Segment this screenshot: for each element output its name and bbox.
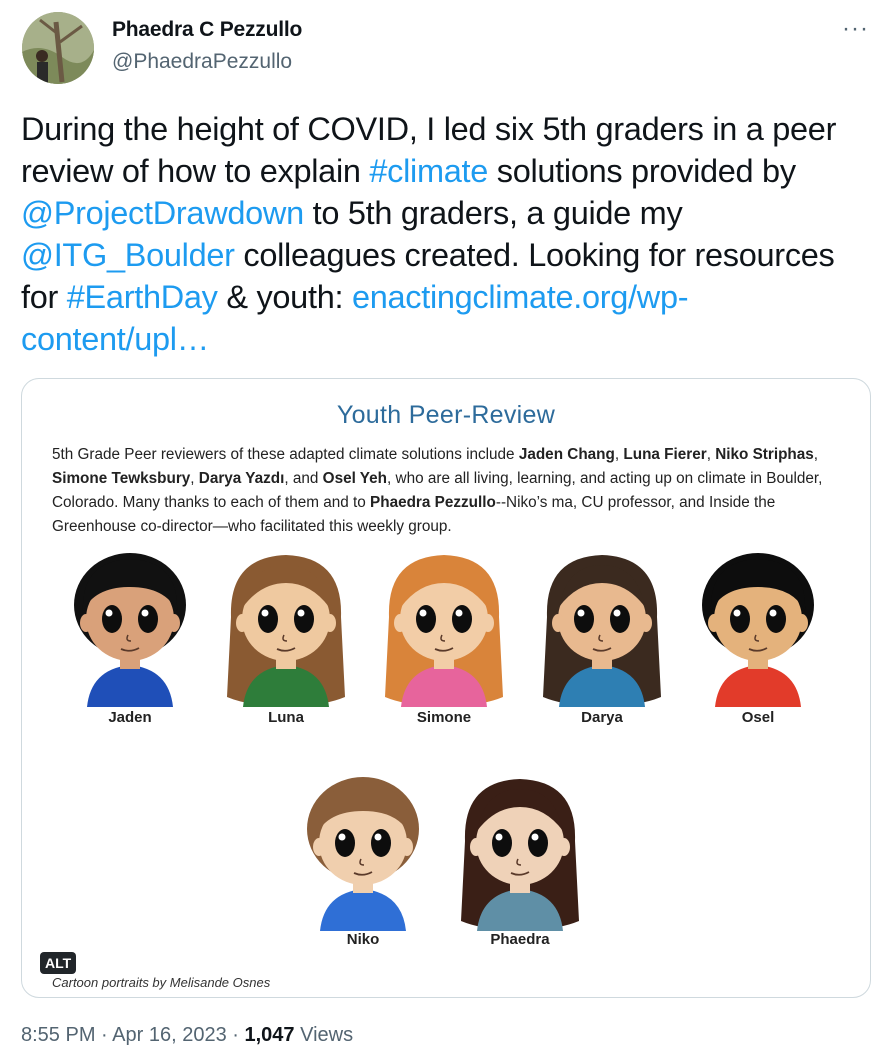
reviewer-name: Simone Tewksbury [52,470,191,487]
reviewer-name: Osel Yeh [322,470,388,487]
tweet-text-part: & youth: [217,279,352,315]
illustration-credit: Cartoon portraits by Melisande Osnes [52,975,271,990]
portrait-jaden [65,547,195,707]
portrait-illustration [461,779,579,931]
media-body-part: , [813,446,819,463]
tweet-text-part: solutions provided by [488,153,796,189]
tweet-metadata: 8:55 PM · Apr 16, 2023 · 1,047 Views [21,1024,353,1047]
reviewer-name: Phaedra Pezzullo [370,494,496,511]
portrait-name-label: Niko [346,931,380,948]
media-body-part: , and [284,470,323,487]
views-count: 1,047 [244,1024,295,1046]
reviewer-name: Jaden Chang [518,446,615,463]
media-title: Youth Peer-Review [336,401,556,429]
tweet-media-image[interactable]: Youth Peer-Review 5th Grade Peer reviewe… [21,378,871,998]
portrait-darya [537,547,667,707]
portrait-name-label: Luna [268,709,304,726]
media-body-part: 5th Grade Peer reviewers of these adapte… [52,446,519,463]
hashtag-earthday-link[interactable]: #EarthDay [67,279,218,315]
media-body-part: , [706,446,716,463]
portrait-luna [221,547,351,707]
alt-text-button[interactable]: ALT [40,952,77,974]
portrait-name-label: Osel [741,709,775,726]
views-label: Views [294,1024,354,1046]
separator-dot: · [95,1024,113,1046]
mention-itg-boulder-link[interactable]: @ITG_Boulder [21,237,235,273]
portrait-illustration [702,553,814,707]
portrait-name-label: Darya [581,709,623,726]
avatar-image [22,12,94,84]
portrait-illustration [543,555,661,707]
tweet-date[interactable]: Apr 16, 2023 [112,1024,227,1046]
author-handle[interactable]: @PhaedraPezzullo [112,50,292,74]
portrait-name-label: Phaedra [490,931,550,948]
portrait-phaedra [455,771,585,931]
tweet-text: During the height of COVID, I led six 5t… [21,108,871,360]
portrait-niko [298,771,428,931]
reviewer-name: Darya Yazdı [198,470,285,487]
portrait-name-label: Simone [416,709,472,726]
media-body-text: 5th Grade Peer reviewers of these adapte… [52,443,852,539]
media-body-part: , [190,470,199,487]
hashtag-climate-link[interactable]: #climate [369,153,488,189]
portrait-illustration [385,555,503,707]
portrait-simone [379,547,509,707]
portrait-illustration [307,777,419,931]
portrait-osel [693,547,823,707]
author-name[interactable]: Phaedra C Pezzullo [112,18,302,42]
portrait-illustration [227,555,345,707]
more-options-icon[interactable]: ··· [842,17,869,41]
mention-projectdrawdown-link[interactable]: @ProjectDrawdown [21,195,304,231]
portrait-illustration [74,553,186,707]
author-avatar[interactable] [22,12,94,84]
reviewer-name: Niko Striphas [715,446,814,463]
reviewer-name: Luna Fierer [623,446,707,463]
tweet-text-part: to 5th graders, a guide my [303,195,683,231]
separator-dot: · [226,1024,245,1046]
portrait-name-label: Jaden [108,709,152,726]
tweet-time[interactable]: 8:55 PM [21,1024,95,1046]
